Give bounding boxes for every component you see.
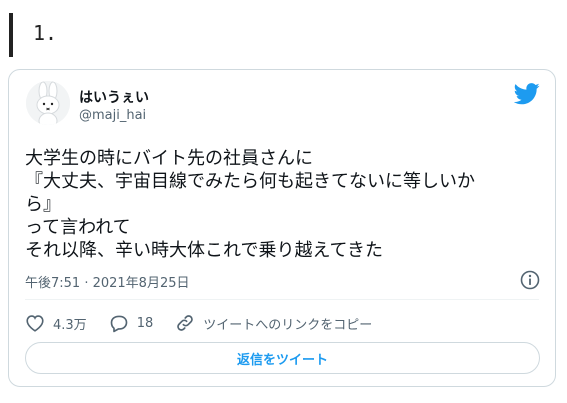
section-heading: 1. <box>9 13 213 57</box>
tweet-actions: 4.3万 18 ツイートへのリンクをコピー <box>25 312 394 334</box>
avatar[interactable] <box>26 81 70 125</box>
tweet-text-line: って言われて <box>25 217 131 238</box>
reply-count: 18 <box>136 315 154 331</box>
tweet-text-line: それ以降、辛い時大体これで乗り越えてきた <box>25 240 384 261</box>
link-icon <box>177 315 194 331</box>
embedded-tweet-card[interactable]: はいうぇい @maji_hai 大学生の時にバイト先の社員さんに 『大丈夫、宇宙… <box>8 69 556 387</box>
heart-icon <box>26 315 44 332</box>
display-name[interactable]: はいうぇい <box>79 87 149 107</box>
copy-link-button[interactable]: ツイートへのリンクをコピー <box>175 313 372 333</box>
tweet-timestamp[interactable]: 午後7:51 · 2021年8月25日 <box>25 272 190 291</box>
like-button[interactable]: 4.3万 <box>25 314 87 333</box>
copy-link-label: ツイートへのリンクをコピー <box>203 317 373 333</box>
user-handle[interactable]: @maji_hai <box>79 108 146 123</box>
section-number: 1. <box>33 21 58 45</box>
reply-count-button[interactable]: 18 <box>109 314 154 333</box>
like-count: 4.3万 <box>53 317 87 333</box>
reply-tweet-button[interactable]: 返信をツイート <box>25 342 540 374</box>
divider <box>25 299 539 300</box>
tweet-text-line: 大学生の時にバイト先の社員さんに <box>25 148 313 169</box>
tweet-text-line: 『大丈夫、宇宙目線でみたら何も起きてないに等しいか <box>25 171 475 192</box>
tweet-text-line: ら』 <box>25 194 61 215</box>
miffy-avatar-icon <box>26 81 70 125</box>
twitter-bird-icon[interactable] <box>514 83 540 105</box>
speech-bubble-icon <box>110 315 128 332</box>
tweet-text: 大学生の時にバイト先の社員さんに 『大丈夫、宇宙目線でみたら何も起きてないに等し… <box>25 147 545 262</box>
info-icon[interactable] <box>520 270 540 290</box>
